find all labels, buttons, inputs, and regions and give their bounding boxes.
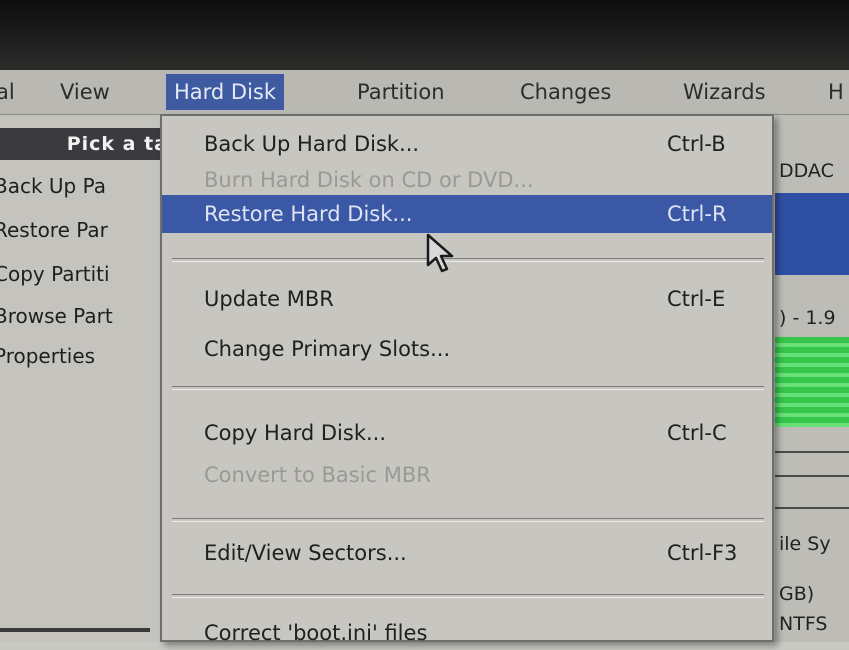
menu-item-label: Edit/View Sectors... xyxy=(204,541,407,565)
task-back-up-partition[interactable]: Back Up Pa xyxy=(0,171,168,201)
selected-partition-bar[interactable] xyxy=(775,193,849,238)
panel-divider xyxy=(0,628,150,632)
menu-item-restore-hard-disk[interactable]: Restore Hard Disk... Ctrl-R xyxy=(162,195,772,233)
menu-hard-disk[interactable]: Hard Disk xyxy=(166,74,285,110)
menu-changes[interactable]: Changes xyxy=(520,74,611,110)
menu-item-label: Correct 'boot.ini' files xyxy=(204,621,428,645)
task-panel: Pick a ta Back Up Pa Restore Par Copy Pa… xyxy=(0,115,170,642)
menu-item-copy-hard-disk[interactable]: Copy Hard Disk... Ctrl-C xyxy=(162,416,772,450)
menu-separator xyxy=(172,386,764,390)
disk-label: DDAC xyxy=(779,160,834,182)
menu-item-change-primary-slots[interactable]: Change Primary Slots... xyxy=(162,332,772,366)
menu-separator xyxy=(172,594,764,598)
menu-item-label: Back Up Hard Disk... xyxy=(204,132,420,156)
menu-item-update-mbr[interactable]: Update MBR Ctrl-E xyxy=(162,282,772,316)
menu-item-edit-view-sectors[interactable]: Edit/View Sectors... Ctrl-F3 xyxy=(162,536,772,570)
menu-separator xyxy=(172,518,764,522)
menu-help[interactable]: H xyxy=(828,74,844,110)
file-system-type: NTFS xyxy=(779,613,828,635)
task-properties[interactable]: Properties xyxy=(0,341,168,371)
mouse-pointer-icon xyxy=(426,233,454,273)
menu-wizards[interactable]: Wizards xyxy=(683,74,766,110)
menu-item-label: Convert to Basic MBR xyxy=(204,463,431,487)
partition-size-label: ) - 1.9 xyxy=(779,307,836,329)
menu-separator xyxy=(172,258,764,262)
file-system-header: ile Sy xyxy=(779,533,831,555)
menu-item-label: Burn Hard Disk on CD or DVD... xyxy=(204,168,534,192)
partition-bar[interactable] xyxy=(775,237,849,275)
hard-disk-menu: Back Up Hard Disk... Ctrl-B Burn Hard Di… xyxy=(160,114,774,645)
menu-partition[interactable]: Partition xyxy=(357,74,445,110)
menu-item-back-up-hard-disk[interactable]: Back Up Hard Disk... Ctrl-B xyxy=(162,127,772,161)
row-divider xyxy=(775,451,849,453)
menu-item-shortcut: Ctrl-R xyxy=(667,202,727,226)
disk-map-panel: DDAC ) - 1.9 ile Sy GB) NTFS xyxy=(775,115,849,642)
menu-item-label: Change Primary Slots... xyxy=(204,337,451,361)
menu-item-correct-boot-ini[interactable]: Correct 'boot.ini' files xyxy=(162,616,772,650)
menu-view[interactable]: View xyxy=(60,74,110,110)
menu-item-shortcut: Ctrl-E xyxy=(667,287,726,311)
menu-item-label: Update MBR xyxy=(204,287,334,311)
partition-usage-bar xyxy=(775,337,849,427)
task-copy-partition[interactable]: Copy Partiti xyxy=(0,259,168,289)
task-browse-partition[interactable]: Browse Part xyxy=(0,301,168,331)
partition-capacity: GB) xyxy=(779,583,815,605)
menu-item-label: Restore Hard Disk... xyxy=(204,202,413,226)
task-panel-header: Pick a ta xyxy=(0,128,168,160)
task-restore-partition[interactable]: Restore Par xyxy=(0,215,168,245)
menu-item-shortcut: Ctrl-B xyxy=(667,132,726,156)
menu-tools[interactable]: al xyxy=(0,74,15,110)
row-divider xyxy=(775,475,849,477)
menu-bar: al View Hard Disk Partition Changes Wiza… xyxy=(0,70,849,115)
menu-item-shortcut: Ctrl-C xyxy=(667,421,727,445)
menu-item-shortcut: Ctrl-F3 xyxy=(667,541,738,565)
menu-item-convert-to-basic-mbr: Convert to Basic MBR xyxy=(162,458,772,492)
menu-item-burn-hard-disk: Burn Hard Disk on CD or DVD... xyxy=(162,163,772,197)
monitor-bezel xyxy=(0,0,849,70)
row-divider xyxy=(775,507,849,509)
menu-item-label: Copy Hard Disk... xyxy=(204,421,387,445)
